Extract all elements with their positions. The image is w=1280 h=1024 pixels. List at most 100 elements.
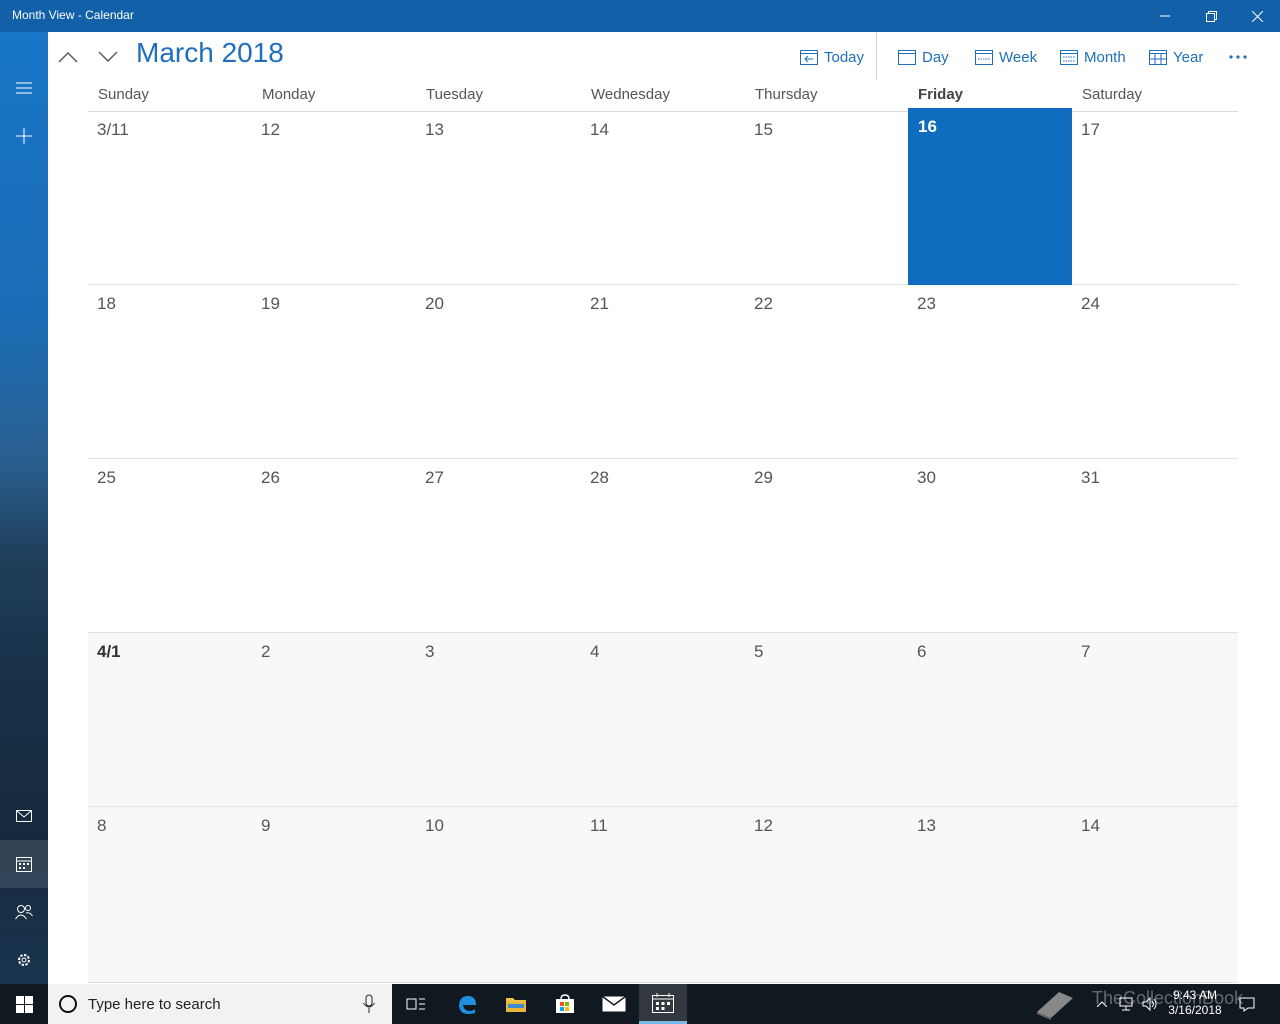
day-number: 10 xyxy=(425,816,444,835)
day-number: 3 xyxy=(425,642,435,661)
day-cell[interactable]: 10 xyxy=(416,807,581,983)
more-options-button[interactable] xyxy=(1228,44,1248,70)
start-button[interactable] xyxy=(0,984,48,1024)
edge-icon xyxy=(459,996,476,1014)
chevron-down-icon xyxy=(98,51,118,62)
edge-button[interactable] xyxy=(443,984,491,1024)
day-cell[interactable]: 31 xyxy=(1072,459,1238,633)
day-number: 4 xyxy=(590,642,600,661)
day-number: 12 xyxy=(754,816,773,835)
day-cell[interactable]: 21 xyxy=(581,285,745,459)
people-button[interactable] xyxy=(0,888,48,936)
file-explorer-button[interactable] xyxy=(492,984,540,1024)
day-cell[interactable]: 5 xyxy=(745,633,908,807)
day-cell[interactable]: 14 xyxy=(581,111,745,285)
day-cell[interactable]: 16 xyxy=(908,108,1072,285)
clock-time: 9:43 AM xyxy=(1172,988,1218,1002)
next-month-button[interactable] xyxy=(93,42,123,72)
day-cell[interactable]: 8 xyxy=(88,807,252,983)
task-view-button[interactable] xyxy=(392,984,440,1024)
volume-button[interactable] xyxy=(1138,984,1162,1024)
week-view-icon xyxy=(975,50,993,65)
day-cell[interactable]: 17 xyxy=(1072,111,1238,285)
day-number: 18 xyxy=(97,294,116,313)
month-title[interactable]: March 2018 xyxy=(136,37,284,69)
today-icon xyxy=(800,50,818,65)
notification-icon xyxy=(1239,997,1255,1012)
show-hidden-icons-button[interactable] xyxy=(1090,984,1114,1024)
day-number: 11 xyxy=(590,816,608,835)
day-number: 20 xyxy=(425,294,444,313)
week-view-button[interactable]: Week xyxy=(975,44,1037,70)
day-number: 16 xyxy=(918,117,937,136)
day-cell[interactable]: 3/11 xyxy=(88,111,252,285)
day-cell[interactable]: 30 xyxy=(908,459,1072,633)
new-event-button[interactable] xyxy=(0,112,48,160)
year-view-button[interactable]: Year xyxy=(1149,44,1203,70)
day-number: 14 xyxy=(1081,816,1100,835)
day-number: 4/1 xyxy=(97,642,121,661)
close-icon xyxy=(1251,10,1263,22)
day-cell[interactable]: 4 xyxy=(581,633,745,807)
settings-button[interactable] xyxy=(0,936,48,984)
taskbar-search-box[interactable]: Type here to search xyxy=(48,984,392,1024)
day-cell[interactable]: 13 xyxy=(416,111,581,285)
network-button[interactable] xyxy=(1114,984,1138,1024)
today-button[interactable]: Today xyxy=(800,44,864,70)
day-cell[interactable]: 24 xyxy=(1072,285,1238,459)
day-cell[interactable]: 13 xyxy=(908,807,1072,983)
day-number: 22 xyxy=(754,294,773,313)
close-button[interactable] xyxy=(1234,0,1280,32)
day-view-button[interactable]: Day xyxy=(898,44,949,70)
day-cell[interactable]: 7 xyxy=(1072,633,1238,807)
month-view-button[interactable]: Month xyxy=(1060,44,1126,70)
day-cell[interactable]: 4/1 xyxy=(88,633,252,807)
title-bar: Month View - Calendar xyxy=(0,0,1280,32)
day-cell[interactable]: 20 xyxy=(416,285,581,459)
day-cell[interactable]: 28 xyxy=(581,459,745,633)
chevron-up-icon xyxy=(1097,1001,1107,1007)
action-center-button[interactable] xyxy=(1232,984,1262,1024)
day-cell[interactable]: 22 xyxy=(745,285,908,459)
calendar-button[interactable] xyxy=(0,840,48,888)
day-number: 28 xyxy=(590,468,609,487)
taskbar-clock[interactable]: 9:43 AM 3/16/2018 xyxy=(1160,988,1230,1018)
day-cell[interactable]: 25 xyxy=(88,459,252,633)
mail-button[interactable] xyxy=(0,792,48,840)
day-cell[interactable]: 15 xyxy=(745,111,908,285)
calendar-header: March 2018 Today Day Week Month Year xyxy=(48,32,1280,82)
window-title: Month View - Calendar xyxy=(12,8,134,22)
day-number: 13 xyxy=(917,816,936,835)
minimize-button[interactable] xyxy=(1142,0,1188,32)
day-number: 24 xyxy=(1081,294,1100,313)
weekday-sunday: Sunday xyxy=(98,86,149,103)
day-cell[interactable]: 29 xyxy=(745,459,908,633)
day-cell[interactable]: 27 xyxy=(416,459,581,633)
day-number: 17 xyxy=(1081,120,1100,139)
day-cell[interactable]: 19 xyxy=(252,285,416,459)
hamburger-button[interactable] xyxy=(0,64,48,112)
day-number: 15 xyxy=(754,120,773,139)
network-icon xyxy=(1119,997,1133,1011)
day-cell[interactable]: 12 xyxy=(745,807,908,983)
day-cell[interactable]: 26 xyxy=(252,459,416,633)
store-button[interactable] xyxy=(541,984,589,1024)
day-cell[interactable]: 18 xyxy=(88,285,252,459)
task-view-icon xyxy=(406,998,425,1010)
plus-icon xyxy=(16,128,32,144)
day-cell[interactable]: 6 xyxy=(908,633,1072,807)
day-cell[interactable]: 3 xyxy=(416,633,581,807)
day-number: 9 xyxy=(261,816,271,835)
day-cell[interactable]: 2 xyxy=(252,633,416,807)
restore-button[interactable] xyxy=(1188,0,1234,32)
mail-app-button[interactable] xyxy=(590,984,638,1024)
day-cell[interactable]: 11 xyxy=(581,807,745,983)
day-cell[interactable]: 9 xyxy=(252,807,416,983)
previous-month-button[interactable] xyxy=(53,42,83,72)
day-cell[interactable]: 23 xyxy=(908,285,1072,459)
weekday-friday: Friday xyxy=(918,86,964,103)
day-cell[interactable]: 12 xyxy=(252,111,416,285)
calendar-app-button[interactable] xyxy=(639,984,687,1024)
minimize-icon xyxy=(1160,15,1170,17)
day-cell[interactable]: 14 xyxy=(1072,807,1238,983)
